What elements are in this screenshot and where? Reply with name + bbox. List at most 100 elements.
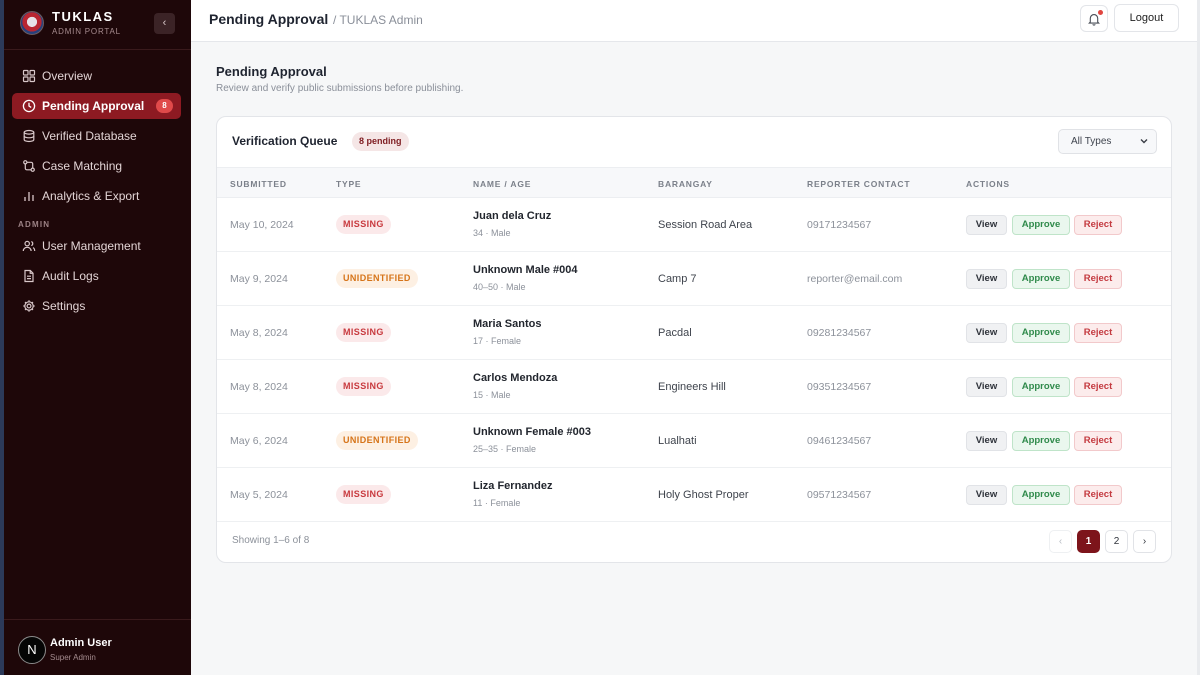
sidebar-item-pending-approval[interactable]: Pending Approval 8 [12,93,181,119]
type-filter-select[interactable]: All Types [1058,129,1157,154]
person-name: Carlos Mendoza [473,372,558,384]
view-button[interactable]: View [966,377,1007,397]
notification-dot [1098,10,1103,15]
top-bar: Pending Approval / TUKLAS Admin Logout [191,0,1200,42]
barangay: Session Road Area [658,219,753,231]
sidebar-item-label: Verified Database [42,129,137,143]
bar-chart-icon [24,192,34,201]
type-badge: MISSING [336,323,391,342]
collapse-sidebar-button[interactable]: ‹ [154,13,175,34]
person-age-sex: 40–50 · Male [473,282,526,292]
column-header-barangay: BARANGAY [658,179,713,189]
barangay: Camp 7 [658,273,697,285]
reject-button[interactable]: Reject [1074,215,1122,235]
person-age-sex: 11 · Female [473,498,521,508]
type-badge: UNIDENTIFIED [336,269,418,288]
reporter-contact: 09571234567 [807,489,872,501]
avatar: N [18,636,46,664]
approve-button[interactable]: Approve [1012,323,1070,343]
sidebar-item-audit-logs[interactable]: Audit Logs [12,263,181,289]
clock-icon [22,99,36,113]
sidebar-item-label: Case Matching [42,159,123,173]
person-age-sex: 25–35 · Female [473,444,537,454]
sidebar-item-label: Settings [42,299,86,313]
reporter-contact: 09461234567 [807,435,872,447]
sidebar-item-label: Overview [42,69,93,83]
pagination-next-button[interactable]: › [1133,530,1156,553]
sidebar-item-case-matching[interactable]: Case Matching [12,153,181,179]
user-name: Admin User [50,637,112,649]
reject-button[interactable]: Reject [1074,485,1122,505]
sidebar-item-overview[interactable]: Overview [12,63,181,89]
table-row: May 9, 2024 UNIDENTIFIED Unknown Male #004… [217,252,1171,306]
reporter-contact: 09281234567 [807,327,872,339]
view-button[interactable]: View [966,269,1007,289]
logout-button[interactable]: Logout [1114,4,1179,32]
submitted-date: May 8, 2024 [230,381,288,393]
type-badge: UNIDENTIFIED [336,431,418,450]
submitted-date: May 10, 2024 [230,219,294,231]
person-name: Liza Fernandez [473,480,553,492]
pagination-page-1[interactable]: 1 [1077,530,1100,553]
pending-count-badge: 8 [156,99,173,113]
barangay: Lualhati [658,435,697,447]
page-title: Pending Approval [209,11,329,27]
reporter-contact: 09171234567 [807,219,872,231]
person-age-sex: 34 · Male [473,228,511,238]
reporter-contact: 09351234567 [807,381,872,393]
approve-button[interactable]: Approve [1012,377,1070,397]
chevron-down-icon [1140,139,1148,144]
gear-icon [23,300,35,312]
column-header-reporter-contact: REPORTER CONTACT [807,179,911,189]
reject-button[interactable]: Reject [1074,269,1122,289]
approve-button[interactable]: Approve [1012,215,1070,235]
sidebar-item-label: Analytics & Export [42,189,140,203]
table-row: May 10, 2024 MISSING Juan dela Cruz 34 · Ma… [217,198,1171,252]
users-icon [22,240,36,252]
column-header-submitted: SUBMITTED [230,179,287,189]
sidebar-item-user-management[interactable]: User Management [12,233,181,259]
barangay: Engineers Hill [658,381,726,393]
type-badge: MISSING [336,377,391,396]
sidebar-item-label: Pending Approval [42,99,145,113]
breadcrumb: / TUKLAS Admin [333,13,423,27]
table-header: SUBMITTED TYPE NAME / AGE BARANGAY REPOR… [217,167,1171,198]
reject-button[interactable]: Reject [1074,377,1122,397]
sidebar: TUKLAS ADMIN PORTAL ‹ Overview Pending A… [4,0,191,675]
person-name: Unknown Female #003 [473,426,591,438]
section-subheading: Review and verify public submissions bef… [216,83,464,94]
reject-button[interactable]: Reject [1074,323,1122,343]
pagination-page-2[interactable]: 2 [1105,530,1128,553]
chevron-left-icon: ‹ [162,17,167,29]
reject-button[interactable]: Reject [1074,431,1122,451]
person-age-sex: 17 · Female [473,336,522,346]
approve-button[interactable]: Approve [1012,269,1070,289]
submitted-date: May 5, 2024 [230,489,288,501]
sidebar-item-settings[interactable]: Settings [12,293,181,319]
sidebar-item-label: Audit Logs [42,269,99,283]
pagination-prev-button[interactable]: ‹ [1049,530,1072,553]
notifications-button[interactable] [1080,5,1108,32]
sidebar-item-verified-database[interactable]: Verified Database [12,123,181,149]
view-button[interactable]: View [966,215,1007,235]
table-row: May 6, 2024 UNIDENTIFIED Unknown Female #0… [217,414,1171,468]
type-filter-value: All Types [1071,136,1112,147]
submitted-date: May 9, 2024 [230,273,288,285]
view-button[interactable]: View [966,485,1007,505]
approve-button[interactable]: Approve [1012,485,1070,505]
barangay: Holy Ghost Proper [658,489,749,501]
git-compare-icon [23,160,35,172]
user-role: Super Admin [50,653,96,662]
column-header-name-age: NAME / AGE [473,179,532,189]
current-user[interactable]: N Admin User Super Admin [4,619,191,675]
view-button[interactable]: View [966,431,1007,451]
approve-button[interactable]: Approve [1012,431,1070,451]
file-text-icon [24,269,34,283]
table-row: May 5, 2024 MISSING Liza Fernandez 11 · Fem… [217,468,1171,522]
sidebar-item-analytics-export[interactable]: Analytics & Export [12,183,181,209]
database-icon [23,129,35,143]
view-button[interactable]: View [966,323,1007,343]
submitted-date: May 6, 2024 [230,435,288,447]
person-name: Juan dela Cruz [473,210,552,222]
person-name: Maria Santos [473,318,542,330]
